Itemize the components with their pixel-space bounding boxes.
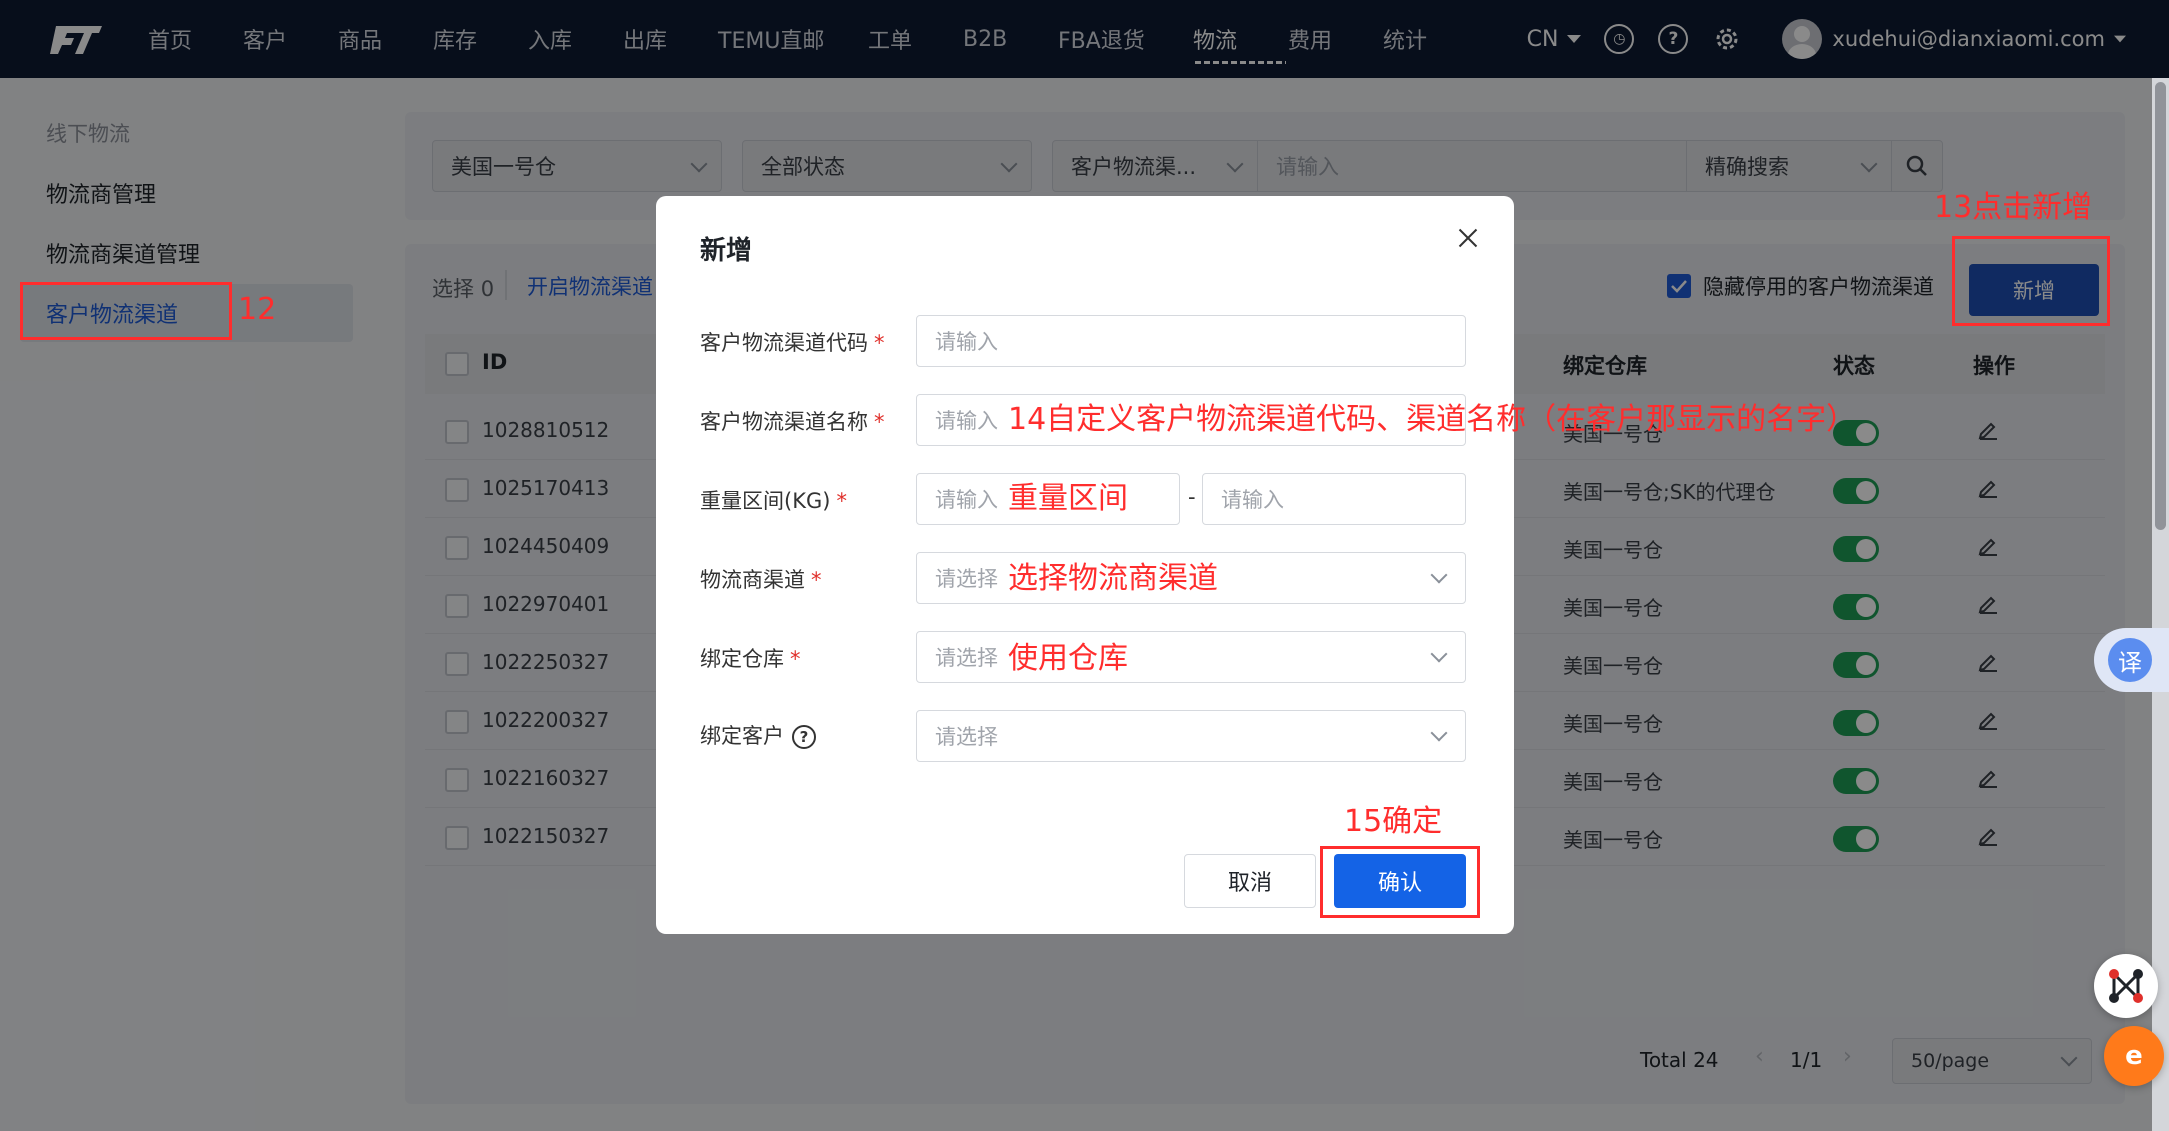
weight-max-input[interactable]: 请输入 xyxy=(1202,473,1466,525)
help-icon[interactable]: ? xyxy=(792,725,816,749)
annotation-step-14: 14自定义客户物流渠道代码、渠道名称（在客户那显示的名字） xyxy=(1008,402,1857,437)
select-placeholder: 请选择 xyxy=(935,646,998,670)
annotation-weight: 重量区间 xyxy=(1008,481,1128,516)
chevron-down-icon xyxy=(1430,724,1448,742)
field-label-carrier: 物流商渠道 * xyxy=(700,568,822,592)
cancel-button[interactable]: 取消 xyxy=(1184,854,1316,908)
select-placeholder: 请选择 xyxy=(935,725,998,749)
page-scrollbar-thumb[interactable] xyxy=(2155,82,2166,530)
annotation-step-15: 15确定 xyxy=(1344,804,1443,839)
dialog-title: 新增 xyxy=(700,236,753,266)
annotation-step-12: 12 xyxy=(238,292,277,327)
field-label-weight: 重量区间(KG) * xyxy=(700,489,847,513)
field-label-name: 客户物流渠道名称 * xyxy=(700,410,885,434)
annotation-box-sidebar xyxy=(20,282,232,340)
annotation-box-confirm xyxy=(1320,846,1480,918)
alibaba-1688-widget[interactable]: e xyxy=(2104,1026,2164,1086)
field-label-customer: 绑定客户? xyxy=(700,720,816,750)
add-channel-dialog: 新增 客户物流渠道代码 * 请输入 客户物流渠道名称 * 请输入 重量区间(KG) *… xyxy=(656,196,1856,934)
close-icon[interactable] xyxy=(1448,218,1488,258)
warehouse-select[interactable]: 请选择 xyxy=(916,631,1466,683)
field-label-warehouse: 绑定仓库 * xyxy=(700,647,801,671)
input-placeholder: 请输入 xyxy=(935,488,998,512)
alibaba-logo-icon: e xyxy=(2125,1041,2143,1071)
chevron-down-icon xyxy=(1430,645,1448,663)
annotation-step-13: 13点击新增 xyxy=(1934,190,2093,225)
input-placeholder: 请输入 xyxy=(935,409,998,433)
input-placeholder: 请输入 xyxy=(1221,488,1284,512)
field-label-code: 客户物流渠道代码 * xyxy=(700,331,885,355)
translate-widget[interactable]: 译 xyxy=(2094,628,2169,692)
translate-icon: 译 xyxy=(2108,638,2152,682)
chevron-down-icon xyxy=(1430,566,1448,584)
annotation-carrier: 选择物流商渠道 xyxy=(1008,561,1218,596)
annotation-warehouse: 使用仓库 xyxy=(1008,641,1128,676)
select-placeholder: 请选择 xyxy=(935,567,998,591)
network-widget[interactable] xyxy=(2094,954,2158,1018)
channel-code-input[interactable]: 请输入 xyxy=(916,315,1466,367)
annotation-box-add-button xyxy=(1952,236,2110,326)
customer-select[interactable]: 请选择 xyxy=(916,710,1466,762)
input-placeholder: 请输入 xyxy=(935,330,998,354)
weight-separator: - xyxy=(1188,485,1196,509)
network-icon xyxy=(2109,969,2143,1003)
